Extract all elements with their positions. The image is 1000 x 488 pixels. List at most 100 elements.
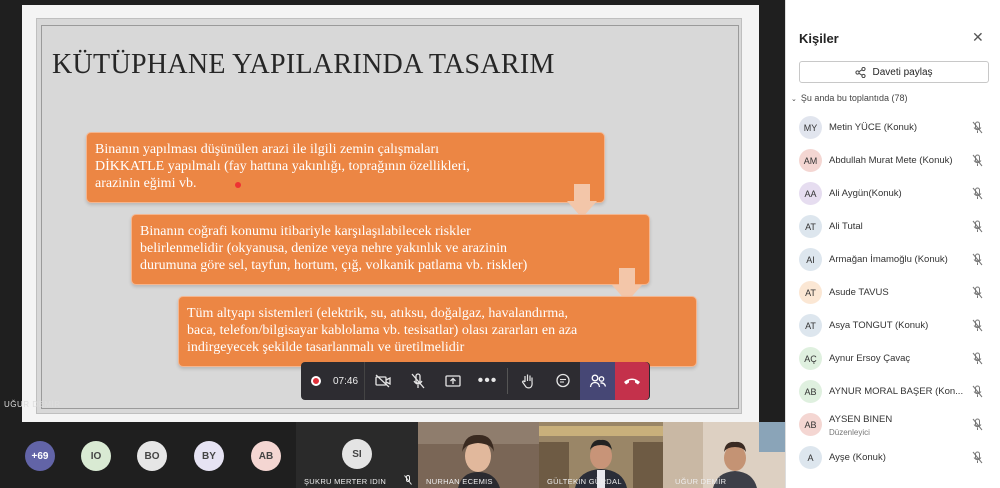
more-participants-button[interactable]: +69 — [25, 441, 55, 471]
mic-button[interactable] — [400, 362, 435, 400]
chat-icon — [555, 373, 570, 388]
slide-box-2: Binanın coğrafi konumu itibariyle karşıl… — [131, 214, 650, 285]
avatar: AT — [799, 215, 822, 238]
mic-off-icon — [972, 319, 983, 332]
participant-row[interactable]: AA Ali Aygün(Konuk) — [786, 177, 1000, 210]
participant-name: ŞUKRU MERTER IDIN — [304, 477, 387, 486]
people-button[interactable] — [580, 362, 615, 400]
participant-avatar[interactable]: BO — [137, 441, 167, 471]
participant-row[interactable]: MY Metin YÜCE (Konuk) — [786, 111, 1000, 144]
mic-off-icon — [972, 451, 983, 464]
avatar: AT — [799, 281, 822, 304]
avatar: MY — [799, 116, 822, 139]
chat-button[interactable] — [545, 362, 580, 400]
participants-section-header[interactable]: ⌄ Şu anda bu toplantıda (78) — [791, 93, 907, 103]
more-options-button[interactable]: ••• — [470, 362, 505, 400]
slide-box-3-line: Tüm altyapı sistemleri (elektrik, su, at… — [187, 306, 569, 321]
meeting-controls: 07:46 ••• — [301, 362, 650, 400]
slide-box-3-line: indirgeyecek şekilde tasarlanmalı ve üre… — [187, 340, 465, 355]
share-invite-button[interactable]: Daveti paylaş — [799, 61, 989, 83]
section-label: Şu anda bu toplantıda (78) — [800, 93, 908, 103]
participant-name: Aynur Ersoy Çavaç — [829, 353, 911, 364]
participant-video-tile[interactable]: NURHAN ECEMIS — [418, 422, 539, 488]
participant-row[interactable]: AT Asude TAVUS — [786, 276, 1000, 309]
participant-row[interactable]: AI Armağan İmamoğlu (Konuk) — [786, 243, 1000, 276]
participant-video-tile[interactable]: UĞUR DEMİR — [663, 422, 785, 488]
participant-name: Abdullah Murat Mete (Konuk) — [829, 155, 953, 166]
mic-off-icon — [972, 253, 983, 266]
avatar: A — [799, 446, 822, 469]
participant-role: Düzenleyici — [829, 428, 870, 437]
camera-button[interactable] — [365, 362, 400, 400]
participant-name: Ayşe (Konuk) — [829, 452, 886, 463]
slide-box-2-line: Binanın coğrafi konumu itibariyle karşıl… — [140, 224, 471, 239]
slide-box-3-line: baca, telefon/bilgisayar kablolama vb. t… — [187, 323, 578, 338]
share-icon — [855, 66, 867, 78]
avatar: AA — [799, 182, 822, 205]
mic-off-icon — [972, 352, 983, 365]
participant-avatar[interactable]: IO — [81, 441, 111, 471]
participant-row[interactable]: AT Asya TONGUT (Konuk) — [786, 309, 1000, 342]
mic-off-icon — [972, 154, 983, 167]
share-screen-icon — [444, 375, 461, 387]
avatar: AB — [799, 413, 822, 436]
mic-off-icon — [972, 121, 983, 134]
participant-name: Armağan İmamoğlu (Konuk) — [829, 254, 948, 265]
recording-indicator[interactable]: 07:46 — [301, 362, 365, 400]
mic-off-icon — [411, 373, 424, 389]
presenter-name: UĞUR DEMİR — [4, 400, 61, 409]
participant-name: AYNUR MORAL BAŞER (Kon... — [829, 386, 964, 397]
mic-off-icon — [972, 220, 983, 233]
video-strip: SI ŞUKRU MERTER IDIN NURHAN ECEMIS GÜLTE… — [0, 422, 785, 488]
slide-box-1-line: Binanın yapılması düşünülen arazi ile il… — [95, 142, 440, 157]
mic-off-icon — [972, 418, 983, 431]
participant-name: GÜLTEKIN GÜRDAL — [547, 477, 622, 486]
slide-box-2-line: durumuna göre sel, tayfun, hortum, çığ, … — [140, 258, 528, 273]
avatar: AM — [799, 149, 822, 172]
avatar: AB — [799, 380, 822, 403]
slide-box-1-line: arazinin eğimi vb. — [95, 176, 197, 191]
participant-avatar[interactable]: AB — [251, 441, 281, 471]
close-icon[interactable]: ✕ — [972, 29, 984, 46]
participant-name: Asude TAVUS — [829, 287, 889, 298]
mic-off-icon — [972, 385, 983, 398]
people-panel: Kişiler ✕ Daveti paylaş ⌄ Şu anda bu topl… — [785, 0, 1000, 488]
participant-tile[interactable]: SI ŞUKRU MERTER IDIN — [296, 422, 418, 488]
raise-hand-icon — [521, 374, 533, 389]
people-icon — [589, 374, 606, 388]
mic-off-icon — [972, 286, 983, 299]
shared-screen-stage: KÜTÜPHANE YAPILARINDA TASARIM Binanın ya… — [0, 0, 785, 422]
avatar: AT — [799, 314, 822, 337]
share-screen-button[interactable] — [435, 362, 470, 400]
participant-name: NURHAN ECEMIS — [426, 477, 493, 486]
participant-row[interactable]: AT Ali Tutal — [786, 210, 1000, 243]
avatar: AÇ — [799, 347, 822, 370]
hang-up-icon — [624, 378, 640, 385]
down-arrow-icon — [567, 184, 597, 218]
record-icon — [311, 376, 321, 386]
avatar: AI — [799, 248, 822, 271]
raise-hand-button[interactable] — [510, 362, 545, 400]
hang-up-button[interactable] — [615, 362, 649, 400]
participants-list: MY Metin YÜCE (Konuk) AM Abdullah Murat Met… — [786, 111, 1000, 474]
participant-name: AYSEN BINEN — [829, 414, 893, 425]
controls-divider — [507, 368, 508, 394]
participant-name: Ali Aygün(Konuk) — [829, 188, 902, 199]
panel-title: Kişiler — [799, 31, 839, 46]
participant-avatar[interactable]: BY — [194, 441, 224, 471]
participant-name: Ali Tutal — [829, 221, 863, 232]
participant-video-tile[interactable]: GÜLTEKIN GÜRDAL — [539, 422, 663, 488]
participant-row[interactable]: AÇ Aynur Ersoy Çavaç — [786, 342, 1000, 375]
participant-row[interactable]: AB AYNUR MORAL BAŞER (Kon... — [786, 375, 1000, 408]
meeting-timer: 07:46 — [333, 375, 359, 387]
participant-row[interactable]: A Ayşe (Konuk) — [786, 441, 1000, 474]
share-invite-label: Daveti paylaş — [872, 66, 933, 78]
participant-name: Metin YÜCE (Konuk) — [829, 122, 917, 133]
chevron-down-icon: ⌄ — [791, 96, 797, 103]
slide-box-1-line: DİKKATLE yapılmalı (fay hattına yakınlığ… — [95, 159, 470, 174]
participant-row[interactable]: AB AYSEN BINEN Düzenleyici — [786, 408, 1000, 441]
participant-row[interactable]: AM Abdullah Murat Mete (Konuk) — [786, 144, 1000, 177]
more-icon: ••• — [477, 372, 498, 389]
participant-name: UĞUR DEMİR — [675, 477, 727, 486]
slide-box-3: Tüm altyapı sistemleri (elektrik, su, at… — [178, 296, 697, 367]
